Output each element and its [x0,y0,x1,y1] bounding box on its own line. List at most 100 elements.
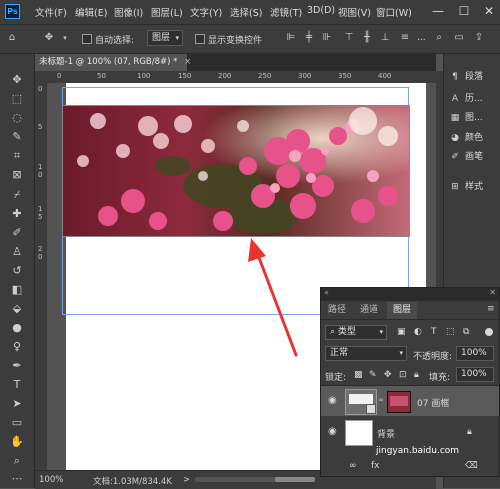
tab-paths[interactable]: 路径 [323,302,351,319]
menu-select[interactable]: 选择(S) [230,5,262,19]
layer-name[interactable]: 07 画框 [417,396,449,409]
lasso-tool-icon[interactable]: ◌ [8,110,26,126]
link-icon[interactable]: ∞ [378,396,384,404]
menu-filter[interactable]: 滤镜(T) [270,5,302,19]
pen-tool-icon[interactable]: ✒ [8,358,26,374]
tab-layers[interactable]: 图层 [387,302,417,319]
lock-paint-icon[interactable]: ✎ [369,370,377,380]
link-layers-icon[interactable]: ∞ [349,461,357,471]
eye-icon[interactable]: ◉ [328,426,337,437]
align-hcenter-icon[interactable]: ╪ [302,31,316,45]
dock-styles[interactable]: ⊞ 样式 [448,178,483,196]
fill-input[interactable]: 100% [456,367,494,382]
lock-all-icon[interactable]: 🔒︎ [414,370,419,380]
status-arrow[interactable]: > [183,475,190,485]
brush-tool-icon[interactable]: ✐ [8,225,26,241]
eye-icon[interactable]: ◉ [328,395,337,406]
search-icon[interactable]: ⌕ [432,31,446,45]
crop-tool-icon[interactable]: ⌗ [8,148,26,164]
close-panel-icon[interactable]: ✕ [489,288,496,297]
quick-select-tool-icon[interactable]: ✎ [8,129,26,145]
tab-channels[interactable]: 通道 [355,302,383,319]
filter-shape-icon[interactable]: ⬚ [446,327,455,337]
paint-bucket-tool-icon[interactable]: ⬙ [8,301,26,317]
opacity-input[interactable]: 100% [456,346,494,361]
lock-transparent-icon[interactable]: ▩ [354,370,363,380]
move-tool-icon[interactable]: ✥ [8,72,26,88]
trash-icon[interactable]: ⌫ [465,461,478,471]
filter-adjust-icon[interactable]: ◐ [414,327,422,337]
dock-history[interactable]: A 历... [448,90,483,108]
dock-image[interactable]: ▦ 图... [448,109,483,127]
align-right-icon[interactable]: ⊪ [320,31,334,45]
lock-artboard-icon[interactable]: ⊡ [399,370,407,380]
auto-select-dropdown[interactable]: 图层 ▾ [147,30,183,46]
menu-file[interactable]: 文件(F) [35,5,67,19]
align-left-icon[interactable]: ⊫ [284,31,298,45]
eyedropper-tool-icon[interactable]: ⌿ [8,187,26,203]
history-brush-tool-icon[interactable]: ↺ [8,263,26,279]
layer-row-frame[interactable]: ◉ ∞ 07 画框 [321,386,499,416]
filter-smart-icon[interactable]: ⧉ [463,327,469,337]
fx-button[interactable]: fx [371,461,380,471]
blur-tool-icon[interactable]: ● [8,320,26,336]
align-top-icon[interactable]: ⊤ [342,31,356,45]
share-icon[interactable]: ⇪ [472,31,486,45]
menu-layer[interactable]: 图层(L) [151,5,183,19]
workspace-icon[interactable]: ▭ [452,31,466,45]
filter-pixel-icon[interactable]: ▣ [397,327,406,337]
maximize-button[interactable]: ☐ [456,3,472,19]
menu-edit[interactable]: 编辑(E) [75,5,107,19]
path-select-tool-icon[interactable]: ➤ [8,396,26,412]
chevron-down-icon[interactable]: ▾ [58,31,72,45]
layer-row-background[interactable]: ◉ 背景 🔒︎ [321,417,499,447]
align-vcenter-icon[interactable]: ╫ [360,31,374,45]
blend-mode-dropdown[interactable]: 正常 ▾ [325,346,407,361]
dodge-tool-icon[interactable]: ♀ [8,339,26,355]
frame-tool-icon[interactable]: ⊠ [8,167,26,183]
collapse-icon[interactable]: « [324,288,329,297]
document-tab[interactable]: 未标题-1 @ 100% (07, RGB/8#) * × [35,54,191,71]
dock-brush[interactable]: ✐ 画笔 [448,148,483,166]
type-tool-icon[interactable]: T [8,377,26,393]
close-tab-icon[interactable]: × [184,57,191,67]
menu-3d[interactable]: 3D(D) [307,5,335,16]
auto-select-value: 图层 [152,33,171,43]
dock-paragraph[interactable]: ¶ 段落 [448,68,483,86]
filter-type-icon[interactable]: T [431,327,437,337]
layer-name[interactable]: 背景 [377,427,395,440]
panel-menu-icon[interactable]: ≡ [487,304,495,314]
menu-image[interactable]: 图像(I) [114,5,143,19]
panel-header[interactable]: « ✕ [321,288,499,301]
align-bottom-icon[interactable]: ⊥ [378,31,392,45]
home-icon[interactable]: ⌂ [5,31,19,45]
hand-tool-icon[interactable]: ✋ [8,434,26,450]
close-window-button[interactable]: ✕ [481,3,497,19]
eraser-tool-icon[interactable]: ◧ [8,282,26,298]
scroll-thumb[interactable] [275,477,315,482]
dock-color[interactable]: ◕ 颜色 [448,129,483,147]
document-info[interactable]: 文档:1.03M/834.4K [93,475,172,487]
healing-tool-icon[interactable]: ✚ [8,206,26,222]
move-tool-icon[interactable]: ✥ [42,31,56,45]
flower-photo[interactable] [62,105,410,237]
more-tools-icon[interactable]: ⋯ [8,471,26,487]
distribute-icon[interactable]: ≡ [398,31,412,45]
auto-select-checkbox[interactable] [82,34,92,44]
menu-view[interactable]: 视图(V) [338,5,371,19]
zoom-level[interactable]: 100% [39,475,63,485]
horizontal-scrollbar[interactable] [195,477,315,482]
more-options[interactable]: ... [417,33,426,43]
lock-move-icon[interactable]: ✥ [384,370,392,380]
filter-toggle[interactable] [485,328,493,336]
ruler-tick: 1 [38,163,43,171]
menu-window[interactable]: 窗口(W) [376,5,412,19]
zoom-tool-icon[interactable]: ⌕ [8,453,26,469]
minimize-button[interactable]: — [430,3,446,19]
menu-type[interactable]: 文字(Y) [190,5,222,19]
rectangle-tool-icon[interactable]: ▭ [8,415,26,431]
layer-filter-dropdown[interactable]: ⌕ 类型 ▾ [325,325,387,340]
show-transform-checkbox[interactable] [195,34,205,44]
stamp-tool-icon[interactable]: ♙ [8,244,26,260]
marquee-tool-icon[interactable]: ⬚ [8,91,26,107]
